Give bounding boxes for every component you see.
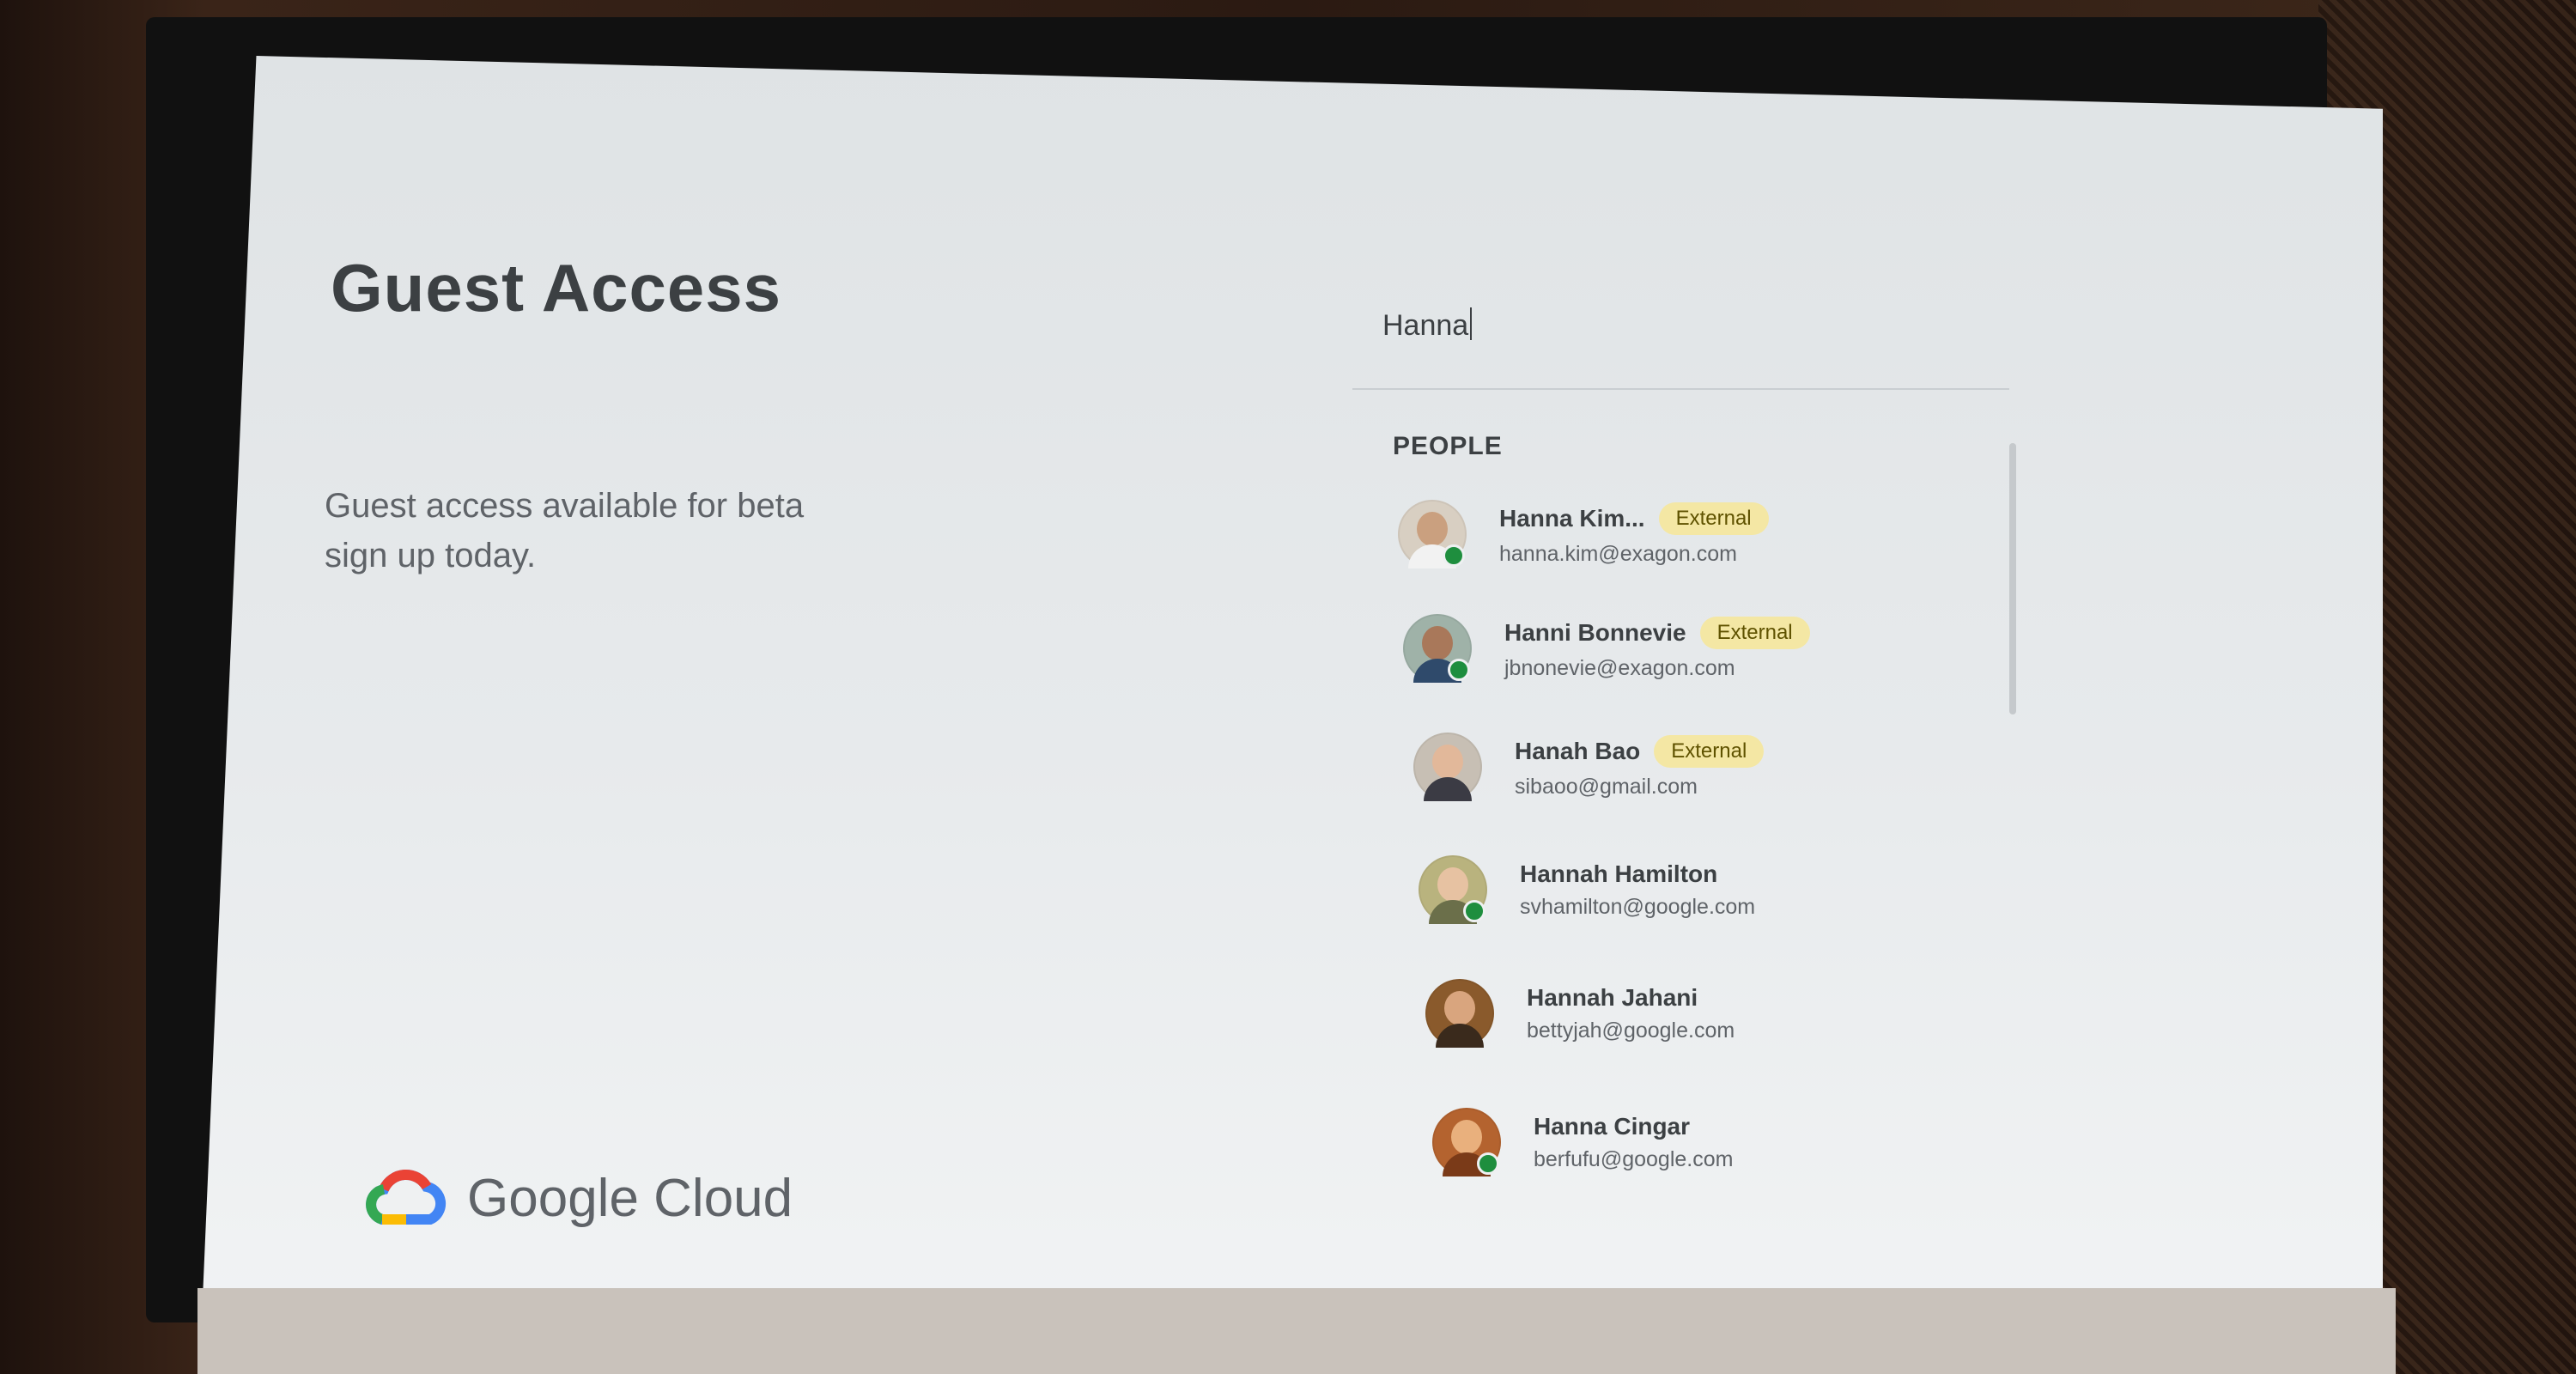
person-row-hannah-jahani[interactable]: Hannah Jahani bettyjah@google.com (1425, 970, 1735, 1056)
brand: Google Cloud (365, 1159, 793, 1237)
external-badge: External (1658, 502, 1769, 535)
external-badge: External (1654, 734, 1765, 768)
section-label-people: PEOPLE (1393, 432, 1503, 460)
person-name: Hanna Kim... (1499, 504, 1645, 532)
avatar (1432, 1108, 1501, 1176)
online-status-icon (1477, 1152, 1499, 1175)
person-name: Hanah Bao (1515, 737, 1641, 764)
person-email: jbnonevie@exagon.com (1504, 655, 1735, 680)
results-scrollbar[interactable] (2009, 443, 2016, 714)
person-row-hannah-hamilton[interactable]: Hannah Hamilton svhamilton@google.com (1419, 847, 1755, 933)
person-row-hanah-bao[interactable]: Hanah Bao External sibaoo@gmail.com (1413, 724, 1765, 810)
person-email: svhamilton@google.com (1520, 894, 1756, 919)
slide-title: Guest Access (331, 250, 782, 325)
search-divider (1352, 388, 2009, 390)
person-name: Hannah Jahani (1527, 983, 1698, 1011)
avatar (1425, 979, 1494, 1048)
google-cloud-logo-icon (366, 1170, 447, 1225)
avatar (1398, 500, 1467, 568)
person-row-hanna-cingar[interactable]: Hanna Cingar berfufu@google.com (1432, 1099, 1733, 1185)
stage-edge (197, 1288, 2396, 1374)
person-email: hanna.kim@exagon.com (1499, 541, 1737, 566)
online-status-icon (1443, 544, 1465, 567)
person-text: Hanni Bonnevie External jbnonevie@exagon… (1504, 616, 1810, 681)
avatar (1413, 733, 1482, 801)
online-status-icon (1463, 900, 1485, 922)
person-name: Hanni Bonnevie (1504, 618, 1686, 646)
avatar (1403, 614, 1472, 683)
person-text: Hanah Bao External sibaoo@gmail.com (1515, 734, 1765, 799)
projection-screen (202, 56, 2383, 1318)
person-text: Hannah Jahani bettyjah@google.com (1527, 984, 1735, 1043)
person-text: Hanna Kim... External hanna.kim@exagon.c… (1499, 502, 1769, 567)
online-status-icon (1448, 659, 1470, 681)
person-name: Hanna Cingar (1534, 1112, 1691, 1140)
search-input[interactable]: Hanna (1382, 307, 1472, 343)
person-row-hanna-kim[interactable]: Hanna Kim... External hanna.kim@exagon.c… (1398, 491, 1769, 577)
avatar (1419, 855, 1487, 924)
person-email: berfufu@google.com (1534, 1146, 1734, 1171)
brand-name: Google Cloud (467, 1168, 793, 1228)
slide-subtitle: Guest access available for beta sign up … (325, 487, 805, 575)
person-email: bettyjah@google.com (1527, 1018, 1735, 1043)
external-badge: External (1699, 616, 1810, 649)
person-email: sibaoo@gmail.com (1515, 774, 1698, 799)
person-row-hanni-bonnevie[interactable]: Hanni Bonnevie External jbnonevie@exagon… (1403, 605, 1810, 691)
person-text: Hanna Cingar berfufu@google.com (1534, 1113, 1733, 1172)
person-text: Hannah Hamilton svhamilton@google.com (1520, 860, 1755, 920)
person-name: Hannah Hamilton (1520, 860, 1718, 887)
